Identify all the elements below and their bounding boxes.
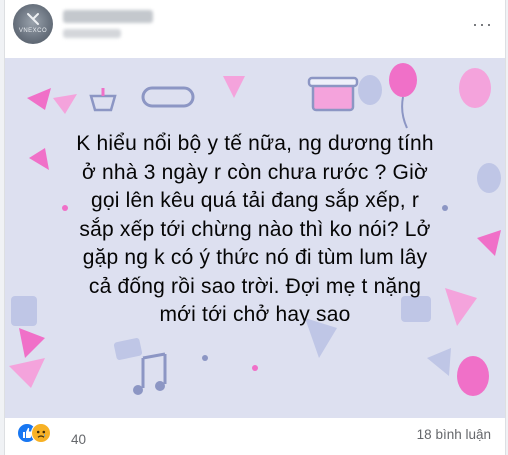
avatar-watermark: VNEXCO [18, 28, 48, 34]
post-text: K hiểu nổi bộ y tế nữa, ng dương tính ở … [76, 132, 434, 326]
logo-mark-icon [27, 13, 39, 25]
reaction-count: 40 [71, 432, 87, 447]
post-card: VNEXCO ··· K hiểu nổi bộ y tế nữa, ng dư… [4, 0, 506, 455]
post-footer: 40 18 bình luận [5, 418, 505, 455]
post-timestamp-blurred[interactable] [63, 29, 121, 38]
more-options-icon[interactable]: ··· [472, 14, 493, 35]
author-avatar[interactable]: VNEXCO [13, 4, 53, 44]
sad-icon [31, 423, 51, 443]
post-background: K hiểu nổi bộ y tế nữa, ng dương tính ở … [5, 58, 505, 418]
post-header: VNEXCO ··· [5, 0, 505, 58]
comment-count-link[interactable]: 18 bình luận [417, 427, 491, 442]
author-name-blurred[interactable] [63, 10, 153, 23]
